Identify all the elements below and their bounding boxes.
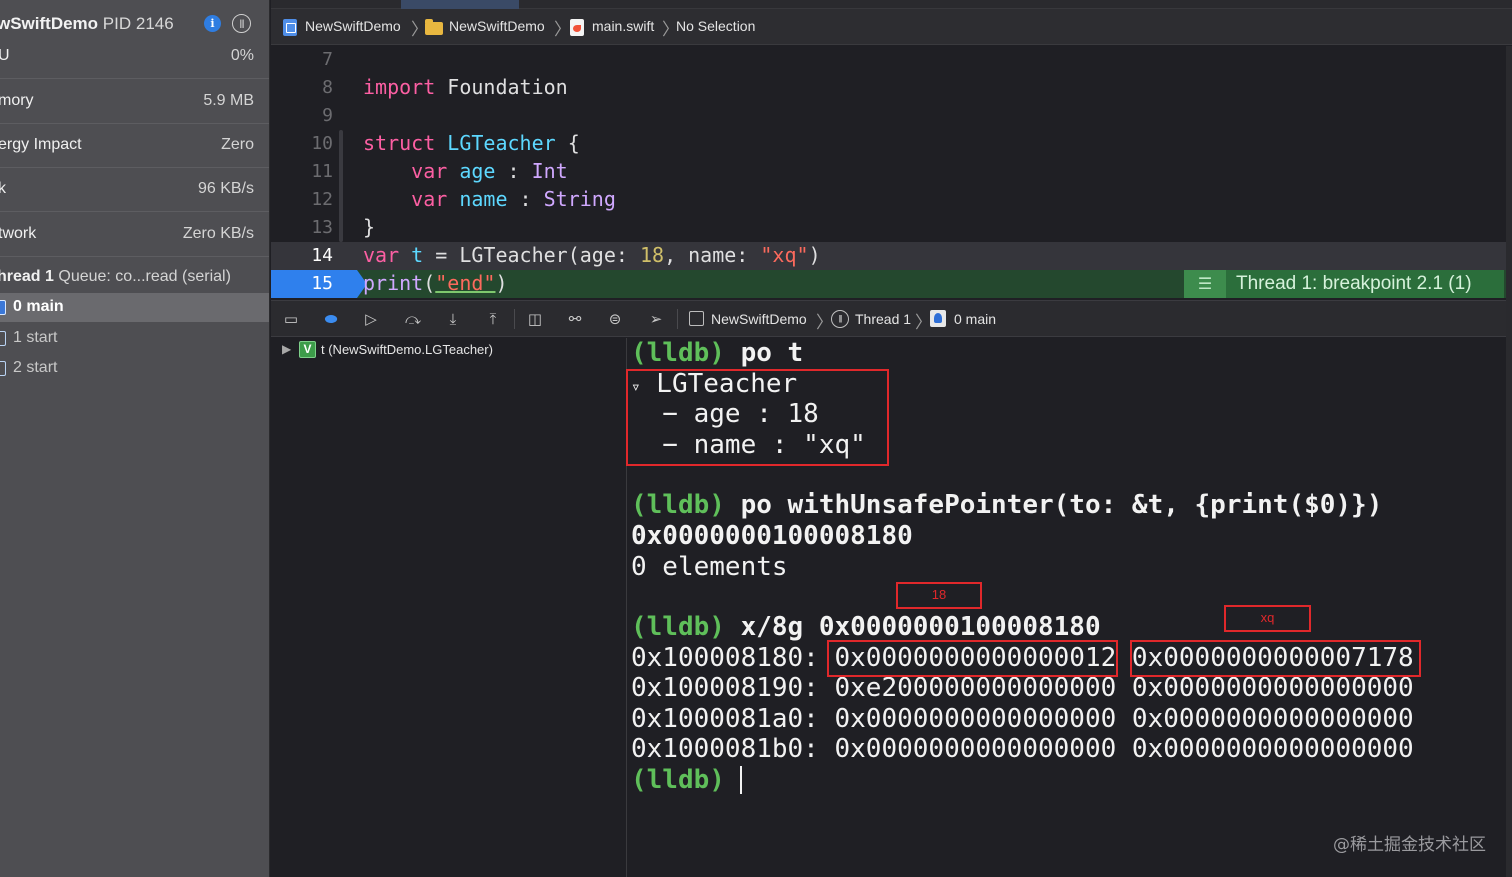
hide-debug-area-icon[interactable]: ▭ xyxy=(281,309,301,329)
process-name: wSwiftDemo xyxy=(0,14,99,33)
swift-file-icon xyxy=(570,19,584,36)
annotation-box-age-value xyxy=(827,640,1118,677)
continue-icon[interactable]: ▷ xyxy=(361,309,381,329)
stack-frame-icon xyxy=(0,361,6,376)
code-line: 13 } xyxy=(311,215,376,239)
step-out-icon[interactable]: ⤒ xyxy=(483,309,503,329)
gauge-energy[interactable]: ergy Impact Zero xyxy=(0,124,269,168)
stack-frame-row[interactable]: 1 start xyxy=(0,324,269,353)
memory-graph-icon[interactable]: ⚯ xyxy=(565,309,585,329)
gauge-memory[interactable]: mory 5.9 MB xyxy=(0,80,269,124)
jumpbar-file[interactable]: main.swift xyxy=(592,18,654,34)
gauge-network[interactable]: twork Zero KB/s xyxy=(0,213,269,257)
stack-frame-icon xyxy=(930,310,946,327)
code-line: 7 xyxy=(322,49,333,70)
tab-selected[interactable] xyxy=(401,0,519,9)
process-pid: PID 2146 xyxy=(102,14,174,33)
simulate-location-icon[interactable]: ➢ xyxy=(646,309,666,329)
console-line: (lldb) xyxy=(631,765,725,795)
code-line: 8 import Foundation xyxy=(322,75,568,99)
debug-bar: ▭ ⬬ ▷ ⤼ ⤓ ⤒ ◫ ⚯ ⊜ ➢ NewSwiftDemo 〉 ||| T… xyxy=(271,300,1506,337)
environment-overrides-icon[interactable]: ⊜ xyxy=(605,309,625,329)
source-editor[interactable]: 7 8 import Foundation 9 10 struct LGTeac… xyxy=(271,46,1506,298)
console-line: (lldb) po withUnsafePointer(to: &t, {pri… xyxy=(631,490,1383,520)
annotation-label-name: xq xyxy=(1224,605,1311,632)
memory-row: 0x100008190: 0xe200000000000000 0x000000… xyxy=(631,673,1414,703)
info-icon[interactable]: i xyxy=(204,15,221,32)
console-line: 0x0000000100008180 xyxy=(631,521,913,551)
thread-queue: Queue: co...read (serial) xyxy=(58,268,231,285)
code-line: 10 struct LGTeacher { xyxy=(311,131,580,155)
gauge-disk[interactable]: k 96 KB/s xyxy=(0,168,269,212)
jump-bar: NewSwiftDemo 〉 NewSwiftDemo 〉 main.swift… xyxy=(271,9,1512,45)
threads-icon[interactable]: ||| xyxy=(232,14,251,33)
breakpoint-annotation[interactable]: ☰ Thread 1: breakpoint 2.1 (1) xyxy=(1184,270,1504,298)
annotation-label-age: 18 xyxy=(896,582,982,609)
divider xyxy=(514,309,515,329)
annotation-box-struct xyxy=(626,369,889,466)
menu-lines-icon[interactable]: ☰ xyxy=(1184,270,1226,298)
console-line: 0 elements xyxy=(631,552,788,582)
console-line: (lldb) x/8g 0x0000000100008180 xyxy=(631,612,1101,642)
thread-icon: ||| xyxy=(831,310,849,328)
current-line: 15 print("end") ☰ Thread 1: breakpoint 2… xyxy=(271,270,1506,298)
scrollbar[interactable] xyxy=(1506,46,1512,877)
variable-label: t (NewSwiftDemo.LGTeacher) xyxy=(321,342,493,357)
stack-frame-row[interactable]: 2 start xyxy=(0,354,269,383)
watermark: @稀土掘金技术社区 xyxy=(1333,835,1486,855)
memory-row: 0x1000081a0: 0x0000000000000000 0x000000… xyxy=(631,704,1414,734)
debug-console[interactable]: (lldb) po t ▿ LGTeacher − age : 18 − nam… xyxy=(626,338,1506,877)
variable-badge-icon: V xyxy=(299,341,316,358)
stack-frame-row[interactable]: 0 main xyxy=(0,293,269,322)
app-icon xyxy=(689,311,704,326)
step-over-icon[interactable]: ⤼ xyxy=(403,309,423,329)
stack-frame-icon xyxy=(0,331,6,346)
project-icon xyxy=(283,19,297,36)
stack-frame-icon xyxy=(0,300,6,315)
divider xyxy=(677,309,678,329)
thread-row[interactable]: hread 1 Queue: co...read (serial) xyxy=(0,262,269,292)
jumpbar-selection[interactable]: No Selection xyxy=(676,18,755,34)
code-line: 9 xyxy=(322,105,333,126)
disclosure-triangle-icon[interactable]: ▶ xyxy=(282,342,291,356)
breakpoint-label: Thread 1: breakpoint 2.1 (1) xyxy=(1236,273,1472,294)
folder-icon xyxy=(425,19,443,35)
chevron-right-icon: 〉 xyxy=(554,20,571,39)
breakpoints-toggle-icon[interactable]: ⬬ xyxy=(321,309,341,329)
text-cursor xyxy=(740,766,742,794)
jumpbar-project[interactable]: NewSwiftDemo xyxy=(305,18,401,34)
code-line: 11 var age : Int xyxy=(311,159,568,183)
debug-navigator: wSwiftDemo PID 2146 i ||| U 0% mory 5.9 … xyxy=(0,0,270,877)
view-hierarchy-icon[interactable]: ◫ xyxy=(525,309,545,329)
variables-view: ▶ V t (NewSwiftDemo.LGTeacher) xyxy=(271,338,627,877)
thread-name: hread 1 xyxy=(0,268,54,285)
tab-strip xyxy=(271,0,1512,9)
step-into-icon[interactable]: ⤓ xyxy=(443,309,463,329)
memory-row: 0x1000081b0: 0x0000000000000000 0x000000… xyxy=(631,734,1414,764)
gauge-cpu[interactable]: U 0% xyxy=(0,35,269,79)
code-line: 14 var t = LGTeacher(age: 18, name: "xq"… xyxy=(271,242,1506,270)
debugbar-frame[interactable]: 0 main xyxy=(954,311,996,327)
annotation-box-name-value xyxy=(1130,640,1421,677)
console-line: (lldb) po t xyxy=(631,338,804,368)
jumpbar-group[interactable]: NewSwiftDemo xyxy=(449,18,545,34)
code-line: 12 var name : String xyxy=(311,187,616,211)
debugbar-app[interactable]: NewSwiftDemo xyxy=(711,311,807,327)
debugbar-thread[interactable]: Thread 1 xyxy=(855,311,911,327)
